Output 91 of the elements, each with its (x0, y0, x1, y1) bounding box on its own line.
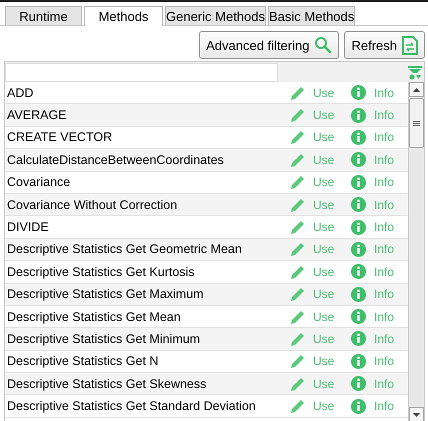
method-name: CREATE VECTOR (6, 130, 114, 144)
pencil-icon[interactable] (290, 330, 306, 347)
info-icon[interactable] (351, 152, 366, 168)
info-icon[interactable] (351, 398, 366, 414)
pencil-icon[interactable] (290, 286, 306, 302)
method-name: AVERAGE (6, 108, 68, 122)
info-icon[interactable] (351, 108, 366, 123)
info-link[interactable]: Info (374, 332, 394, 346)
use-link[interactable]: Use (313, 399, 351, 414)
info-link[interactable]: Info (374, 175, 394, 190)
refresh-document-icon (402, 36, 418, 54)
method-name: CalculateDistanceBetweenCoordinates (6, 152, 225, 167)
info-icon[interactable] (351, 85, 366, 100)
method-name: Descriptive Statistics Get N (6, 354, 160, 368)
info-icon[interactable] (351, 197, 366, 212)
pencil-icon[interactable] (290, 129, 306, 146)
info-icon[interactable] (351, 242, 366, 257)
method-name: Covariance Without Correction (6, 198, 178, 212)
use-link[interactable]: Use (313, 242, 351, 256)
info-icon[interactable] (351, 354, 366, 369)
use-link[interactable]: Use (313, 152, 351, 167)
grip-icon (413, 120, 420, 126)
use-link[interactable]: Use (313, 198, 351, 212)
method-name: Descriptive Statistics Get Skewness (6, 376, 208, 391)
pencil-icon[interactable] (290, 241, 306, 258)
up-arrow-icon (413, 88, 420, 92)
info-link[interactable]: Info (374, 130, 394, 144)
pencil-icon[interactable] (290, 264, 306, 280)
info-link[interactable]: Info (374, 108, 394, 122)
pencil-icon[interactable] (290, 174, 306, 190)
info-link[interactable]: Info (374, 399, 394, 414)
method-name: DIVIDE (6, 220, 50, 234)
method-name: Descriptive Statistics Get Maximum (6, 287, 205, 302)
down-arrow-icon (413, 412, 420, 416)
tab[interactable]: Methods (84, 6, 163, 26)
tab[interactable]: Runtime (5, 6, 82, 25)
use-link[interactable]: Use (313, 310, 351, 324)
use-link[interactable]: Use (313, 108, 351, 122)
pencil-icon[interactable] (290, 398, 306, 414)
info-link[interactable]: Info (374, 198, 394, 212)
method-name: Covariance (6, 175, 72, 190)
pencil-icon[interactable] (290, 219, 306, 236)
info-link[interactable]: Info (374, 354, 394, 368)
info-icon[interactable] (351, 264, 366, 280)
search-icon (314, 36, 332, 54)
method-name: Descriptive Statistics Get Standard Deviation (6, 399, 257, 414)
advanced-filtering-button[interactable]: Advanced filtering (199, 31, 340, 59)
use-link[interactable]: Use (313, 175, 351, 190)
use-link[interactable]: Use (313, 376, 351, 391)
scroll-thumb[interactable] (409, 98, 424, 148)
refresh-button[interactable]: Refresh (344, 31, 425, 59)
info-icon[interactable] (351, 220, 366, 235)
pencil-icon[interactable] (290, 84, 306, 101)
info-icon[interactable] (351, 331, 366, 346)
method-name: Descriptive Statistics Get Kurtosis (6, 264, 196, 279)
pencil-icon[interactable] (290, 376, 306, 392)
method-name: ADD (6, 86, 34, 100)
scroll-up-button[interactable] (409, 82, 424, 97)
use-link[interactable]: Use (313, 332, 351, 346)
method-name: Descriptive Statistics Get Geometric Mean (6, 242, 243, 256)
info-link[interactable]: Info (374, 376, 394, 391)
use-link[interactable]: Use (313, 130, 351, 144)
filter-field[interactable] (5, 62, 278, 82)
pencil-icon[interactable] (290, 308, 306, 325)
info-link[interactable]: Info (374, 242, 394, 256)
info-link[interactable]: Info (374, 310, 394, 324)
pencil-icon[interactable] (290, 353, 306, 370)
info-link[interactable]: Info (374, 287, 394, 302)
pencil-icon[interactable] (290, 107, 306, 124)
info-icon[interactable] (351, 286, 366, 302)
pencil-icon[interactable] (290, 152, 306, 168)
use-link[interactable]: Use (313, 264, 351, 279)
info-icon[interactable] (351, 174, 366, 190)
info-icon[interactable] (351, 309, 366, 324)
method-name: Descriptive Statistics Get Minimum (6, 332, 202, 346)
use-link[interactable]: Use (313, 86, 351, 100)
method-name: Descriptive Statistics Get Mean (6, 310, 182, 324)
info-link[interactable]: Info (374, 152, 394, 167)
use-link[interactable]: Use (313, 354, 351, 368)
scroll-down-button[interactable] (409, 407, 424, 421)
tab[interactable]: Basic Methods (268, 6, 355, 25)
use-link[interactable]: Use (313, 287, 351, 302)
use-link[interactable]: Use (313, 220, 351, 234)
pencil-icon[interactable] (290, 196, 306, 213)
tab[interactable]: Generic Methods (165, 6, 266, 25)
scrollbar[interactable] (408, 82, 424, 421)
info-link[interactable]: Info (374, 220, 394, 234)
info-link[interactable]: Info (374, 264, 394, 279)
info-icon[interactable] (351, 130, 366, 145)
info-link[interactable]: Info (374, 86, 394, 100)
info-icon[interactable] (351, 376, 366, 392)
